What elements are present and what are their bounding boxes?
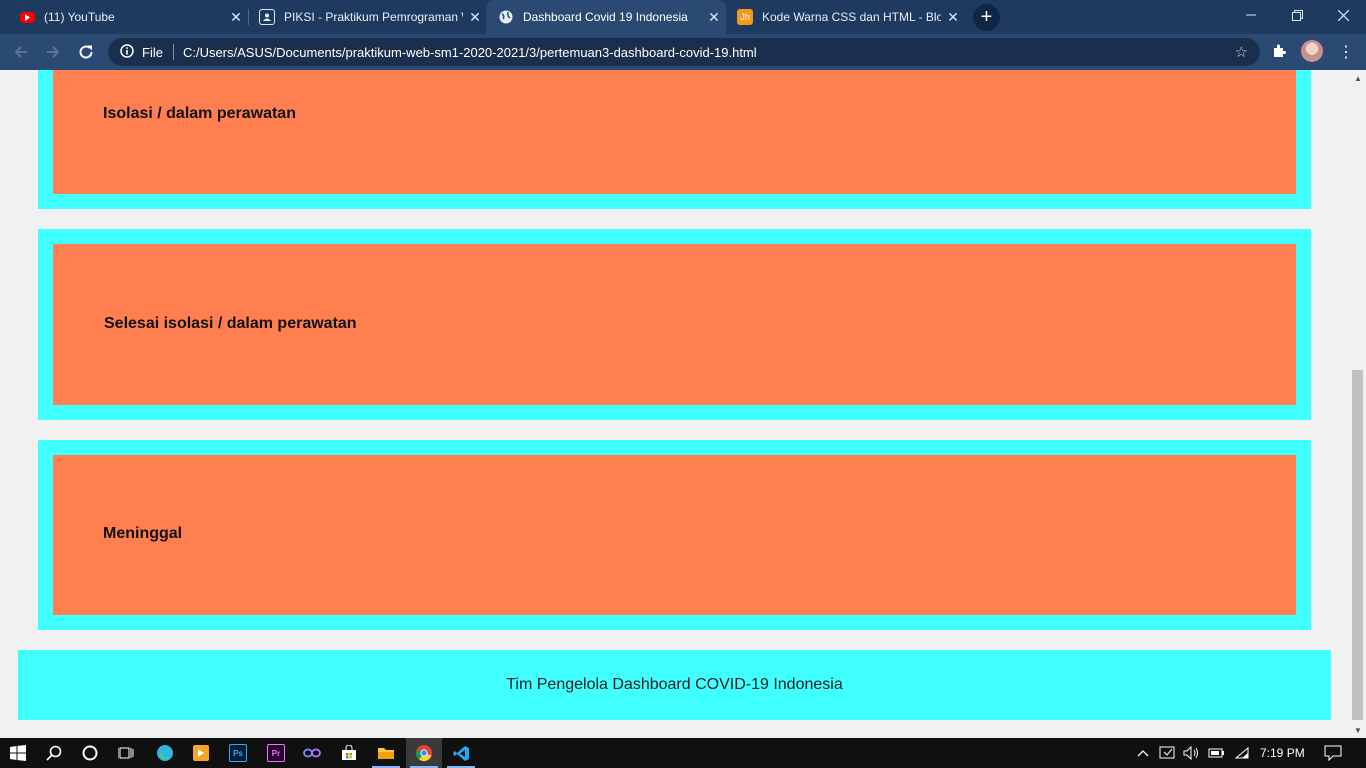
card-title: Isolasi / dalam perawatan [103,105,296,122]
tab-title: Kode Warna CSS dan HTML - Blo [762,10,941,24]
classroom-icon [259,9,275,25]
forward-icon[interactable] [41,40,65,64]
battery-icon[interactable] [1208,738,1226,768]
photoshop-icon[interactable]: Ps [220,738,256,768]
premiere-icon[interactable]: Pr [258,738,294,768]
minimize-icon[interactable] [1228,0,1274,30]
tab-piksi[interactable]: PIKSI - Praktikum Pemrograman W ✕ [247,0,487,34]
search-icon[interactable] [36,738,72,768]
page-footer: Tim Pengelola Dashboard COVID-19 Indones… [18,650,1331,720]
scheme-label: File [142,44,163,60]
card-meninggal: Meninggal [38,440,1311,630]
link-icon[interactable] [294,738,330,768]
card-title: Meninggal [103,525,183,542]
clock[interactable]: 7:19 PM [1260,738,1305,768]
close-tab-icon[interactable]: ✕ [941,9,965,26]
vertical-scrollbar[interactable]: ▲ ▼ [1350,70,1366,738]
show-hidden-icons-icon[interactable] [1137,738,1151,768]
extensions-icon[interactable] [1271,43,1287,63]
more-menu-icon[interactable]: ⋮ [1338,42,1354,62]
scroll-up-arrow-icon[interactable]: ▲ [1350,70,1366,86]
scroll-down-arrow-icon[interactable]: ▼ [1350,722,1366,738]
card-selesai-isolasi: Selesai isolasi / dalam perawatan [38,229,1311,420]
file-explorer-icon[interactable] [368,738,404,768]
back-icon[interactable] [9,40,33,64]
card-isolasi-body: Isolasi / dalam perawatan [53,70,1296,194]
close-tab-icon[interactable]: ✕ [463,9,487,26]
close-tab-icon[interactable]: ✕ [702,9,726,26]
close-window-icon[interactable] [1320,0,1366,30]
browser-toolbar: File C:/Users/ASUS/Documents/praktikum-w… [0,34,1366,70]
cortana-icon[interactable] [72,738,108,768]
profile-avatar[interactable] [1301,40,1323,62]
youtube-icon [20,11,35,23]
tab-youtube[interactable]: (11) YouTube ✕ [8,0,248,34]
volume-icon[interactable] [1183,738,1201,768]
edge-icon[interactable] [147,738,183,768]
address-bar[interactable]: File C:/Users/ASUS/Documents/praktikum-w… [108,38,1260,66]
card-title: Selesai isolasi / dalam perawatan [104,315,357,332]
tab-title: PIKSI - Praktikum Pemrograman W [284,10,463,24]
tab-title: (11) YouTube [44,10,115,24]
blogger-icon: Jh [737,9,753,25]
notifications-icon[interactable] [1324,738,1342,768]
globe-icon [498,9,514,25]
windows-taskbar: Ps Pr 7:19 PM [0,738,1366,768]
tab-title: Dashboard Covid 19 Indonesia [523,10,688,24]
close-tab-icon[interactable]: ✕ [224,9,248,26]
bookmark-star-icon[interactable]: ☆ [1235,43,1248,61]
url-text[interactable]: C:/Users/ASUS/Documents/praktikum-web-sm… [183,45,757,60]
tab-kode-warna[interactable]: Jh Kode Warna CSS dan HTML - Blo ✕ [725,0,965,34]
tab-dashboard[interactable]: Dashboard Covid 19 Indonesia ✕ [486,0,726,34]
address-divider [172,44,174,60]
store-icon[interactable] [331,738,367,768]
wifi-icon[interactable] [1234,738,1250,768]
new-tab-button[interactable]: + [973,4,1000,31]
tab-strip: (11) YouTube ✕ PIKSI - Praktikum Pemrogr… [0,0,1366,34]
scroll-thumb[interactable] [1352,370,1363,720]
page-viewport: Isolasi / dalam perawatan Selesai isolas… [0,70,1350,738]
start-icon[interactable] [0,738,36,768]
card-meninggal-body: Meninggal [53,455,1296,615]
info-icon[interactable] [118,43,136,61]
chrome-icon[interactable] [406,738,442,768]
vscode-icon[interactable] [443,738,479,768]
device-icon[interactable] [1159,738,1177,768]
restore-icon[interactable] [1274,0,1320,30]
media-player-icon[interactable] [183,738,219,768]
reload-icon[interactable] [74,40,98,64]
card-selesai-isolasi-body: Selesai isolasi / dalam perawatan [53,244,1296,405]
task-view-icon[interactable] [108,738,144,768]
card-isolasi: Isolasi / dalam perawatan [38,70,1311,209]
